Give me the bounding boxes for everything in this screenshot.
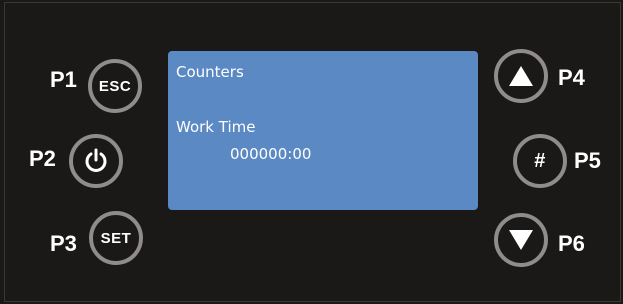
lcd-display: Counters Work Time 000000:00 — [168, 51, 478, 210]
work-time-label: Work Time — [176, 118, 256, 136]
down-button[interactable] — [494, 213, 548, 267]
triangle-up-icon — [508, 65, 534, 87]
p1-label: P1 — [50, 67, 77, 92]
p3-label: P3 — [50, 231, 77, 256]
control-panel: P1 ESC P2 P3 SET Counters Work Time 0000… — [4, 2, 621, 302]
work-time-value: 000000:00 — [230, 145, 312, 163]
hash-button-label: # — [534, 149, 546, 172]
esc-button-label: ESC — [98, 77, 132, 95]
hash-button[interactable]: # — [513, 134, 567, 188]
p2-label: P2 — [29, 146, 56, 171]
up-button[interactable] — [494, 49, 548, 103]
power-icon — [83, 148, 109, 174]
display-title: Counters — [176, 63, 244, 81]
power-button[interactable] — [69, 134, 123, 188]
set-button-label: SET — [100, 229, 132, 247]
esc-button[interactable]: ESC — [88, 59, 142, 113]
p6-label: P6 — [558, 231, 585, 256]
p4-label: P4 — [558, 65, 585, 90]
p5-label: P5 — [574, 148, 601, 173]
triangle-down-icon — [508, 229, 534, 251]
set-button[interactable]: SET — [89, 211, 143, 265]
